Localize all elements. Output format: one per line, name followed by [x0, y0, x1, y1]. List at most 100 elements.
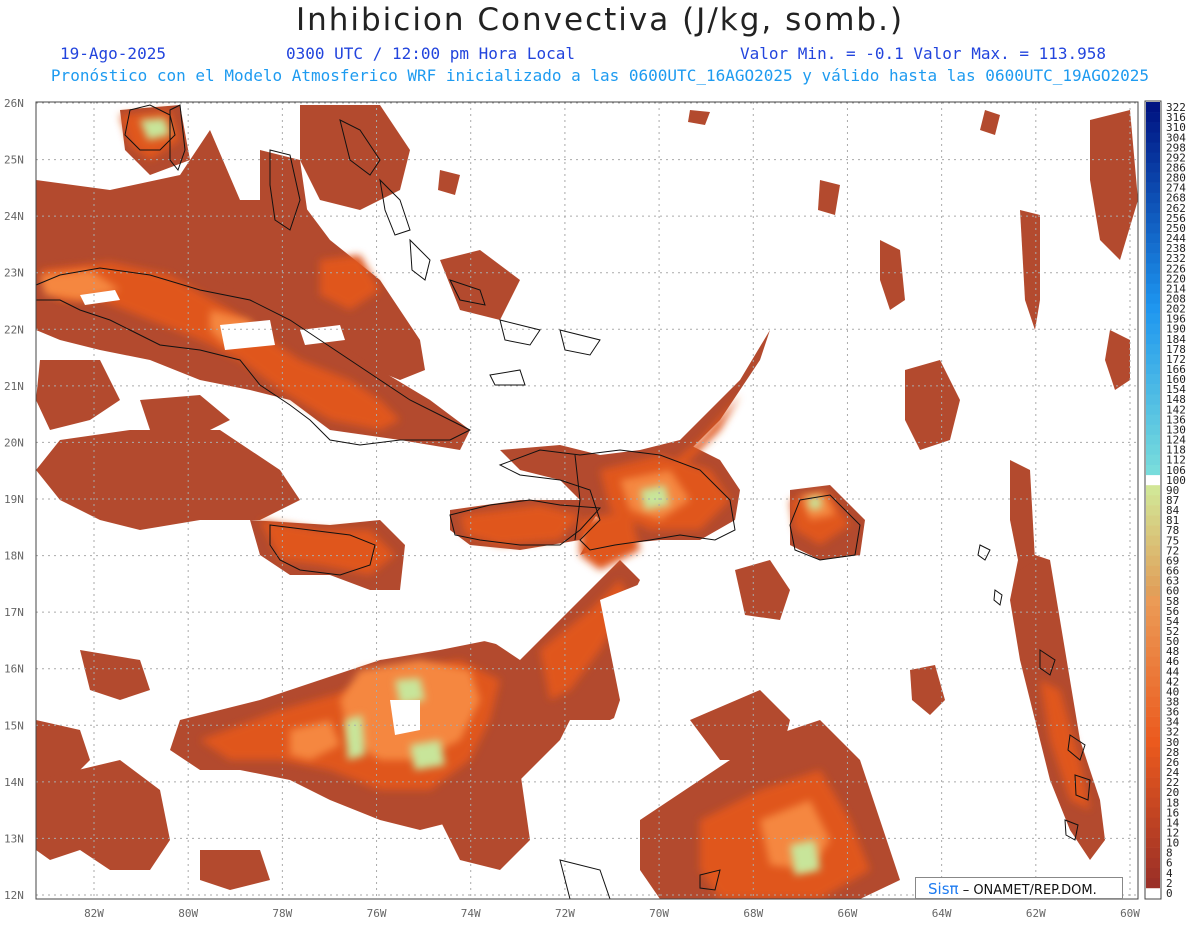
- longitude-label: 68W: [743, 907, 763, 920]
- longitude-label: 66W: [838, 907, 858, 920]
- colorbar-swatch: [1146, 716, 1160, 728]
- latitude-label: 21N: [4, 380, 24, 393]
- colorbar-swatch: [1146, 122, 1160, 133]
- latitude-label: 12N: [4, 889, 24, 902]
- colorbar-swatch: [1146, 212, 1160, 224]
- colorbar-swatch: [1146, 585, 1160, 597]
- colorbar-swatch: [1146, 404, 1160, 415]
- colorbar-swatch: [1146, 444, 1160, 455]
- colorbar-swatch: [1146, 293, 1160, 304]
- colorbar-swatch: [1146, 374, 1160, 385]
- colorbar-swatch: [1146, 857, 1160, 869]
- colorbar-swatch: [1146, 132, 1160, 143]
- latitude-label: 26N: [4, 97, 24, 110]
- colorbar-swatch: [1146, 464, 1160, 476]
- colorbar-swatch: [1146, 545, 1160, 556]
- colorbar-swatch: [1146, 323, 1160, 335]
- colorbar-swatch: [1146, 263, 1160, 274]
- colorbar-swatch: [1146, 202, 1160, 214]
- colorbar-swatch: [1146, 384, 1160, 395]
- colorbar-swatch: [1146, 636, 1160, 647]
- longitude-label: 74W: [461, 907, 481, 920]
- colorbar-label: 0: [1166, 887, 1173, 900]
- colorbar-swatch: [1146, 232, 1160, 244]
- colorbar-swatch: [1146, 343, 1160, 355]
- latitude-label: 18N: [4, 550, 24, 563]
- colorbar-swatch: [1146, 424, 1160, 435]
- latitude-label: 24N: [4, 210, 24, 223]
- longitude-label: 62W: [1026, 907, 1046, 920]
- colorbar-swatch: [1146, 253, 1160, 264]
- colorbar-swatch: [1146, 222, 1160, 234]
- colorbar-swatch: [1146, 494, 1160, 506]
- colorbar-swatch: [1146, 363, 1160, 375]
- colorbar-swatch: [1146, 102, 1160, 113]
- colorbar-swatch: [1146, 394, 1160, 405]
- latitude-label: 13N: [4, 832, 24, 845]
- colorbar-swatch: [1146, 787, 1160, 798]
- colorbar-swatch: [1146, 837, 1160, 848]
- latitude-label: 17N: [4, 606, 24, 619]
- colorbar-swatch: [1146, 243, 1160, 254]
- colorbar-swatch: [1146, 575, 1160, 586]
- cin-field: [36, 105, 1138, 899]
- colorbar-swatch: [1146, 867, 1160, 879]
- colorbar: 3223163103042982922862802742682622562502…: [1144, 100, 1186, 900]
- colorbar-swatch: [1146, 625, 1160, 637]
- colorbar-swatch: [1146, 162, 1160, 173]
- colorbar-swatch: [1146, 595, 1160, 607]
- longitude-label: 78W: [272, 907, 292, 920]
- colorbar-swatch: [1146, 313, 1160, 324]
- latitude-label: 14N: [4, 776, 24, 789]
- longitude-label: 60W: [1120, 907, 1140, 920]
- longitude-label: 76W: [367, 907, 387, 920]
- colorbar-swatch: [1146, 615, 1160, 627]
- colorbar-swatch: [1146, 474, 1160, 486]
- colorbar-swatch: [1146, 756, 1160, 768]
- colorbar-swatch: [1146, 505, 1160, 516]
- colorbar-swatch: [1146, 797, 1160, 808]
- colorbar-swatch: [1146, 454, 1160, 466]
- colorbar-swatch: [1146, 666, 1160, 677]
- colorbar-swatch: [1146, 525, 1160, 536]
- colorbar-swatch: [1146, 827, 1160, 838]
- colorbar-swatch: [1146, 353, 1160, 365]
- latitude-label: 20N: [4, 436, 24, 449]
- longitude-label: 80W: [178, 907, 198, 920]
- colorbar-swatch: [1146, 555, 1160, 566]
- colorbar-swatch: [1146, 887, 1160, 899]
- colorbar-swatch: [1146, 696, 1160, 707]
- colorbar-swatch: [1146, 303, 1160, 314]
- latitude-label: 23N: [4, 267, 24, 280]
- longitude-label: 82W: [84, 907, 104, 920]
- sispi-logo-text: Sisπ: [928, 880, 959, 898]
- colorbar-swatch: [1146, 142, 1160, 153]
- latitude-label: 25N: [4, 154, 24, 167]
- colorbar-swatch: [1146, 484, 1160, 496]
- colorbar-swatch: [1146, 877, 1160, 889]
- longitude-axis: 82W 80W 78W 76W 74W 72W 70W 68W 66W 64W 62W 60W: [84, 907, 1140, 920]
- colorbar-swatch: [1146, 706, 1160, 717]
- colorbar-swatch: [1146, 736, 1160, 748]
- colorbar-swatch: [1146, 656, 1160, 667]
- colorbar-swatch: [1146, 605, 1160, 617]
- credit-label: Sisπ – ONAMET/REP.DOM.: [915, 877, 1123, 899]
- colorbar-swatch: [1146, 646, 1160, 657]
- colorbar-swatch: [1146, 676, 1160, 687]
- credit-text: – ONAMET/REP.DOM.: [962, 883, 1097, 898]
- longitude-label: 70W: [649, 907, 669, 920]
- latitude-label: 22N: [4, 323, 24, 336]
- colorbar-swatch: [1146, 817, 1160, 828]
- colorbar-swatch: [1146, 273, 1160, 284]
- colorbar-swatch: [1146, 283, 1160, 294]
- colorbar-swatch: [1146, 686, 1160, 697]
- weather-map: 26N 25N 24N 23N 22N 21N 20N 19N 18N 17N 16N 15N 14N 1…: [4, 97, 1186, 920]
- latitude-label: 15N: [4, 719, 24, 732]
- colorbar-swatch: [1146, 182, 1160, 193]
- colorbar-swatch: [1146, 565, 1160, 576]
- colorbar-swatch: [1146, 746, 1160, 758]
- colorbar-swatch: [1146, 847, 1160, 858]
- colorbar-swatch: [1146, 152, 1160, 163]
- latitude-label: 16N: [4, 663, 24, 676]
- colorbar-swatch: [1146, 767, 1160, 778]
